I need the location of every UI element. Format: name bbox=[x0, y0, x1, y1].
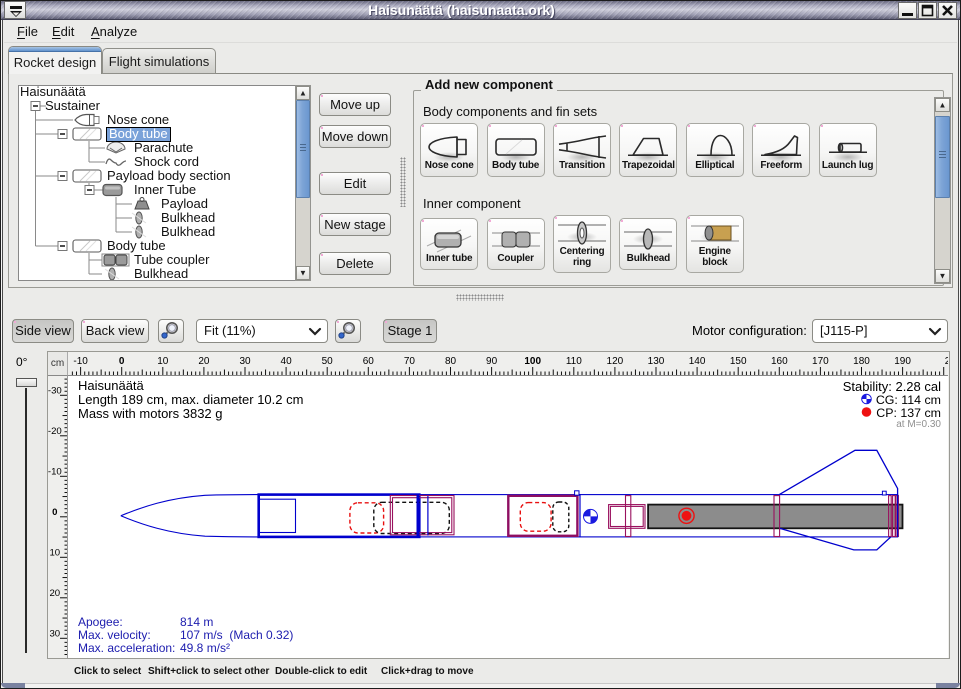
svg-text:20: 20 bbox=[198, 356, 210, 367]
svg-text:170: 170 bbox=[812, 356, 829, 367]
svg-text:130: 130 bbox=[648, 356, 665, 367]
svg-text:30: 30 bbox=[49, 628, 60, 639]
svg-text:70: 70 bbox=[404, 356, 416, 367]
svg-text:120: 120 bbox=[607, 356, 624, 367]
svg-text:20: 20 bbox=[49, 588, 60, 599]
svg-text:10: 10 bbox=[49, 547, 60, 558]
svg-text:30: 30 bbox=[239, 356, 251, 367]
svg-text:-10: -10 bbox=[48, 466, 62, 477]
svg-text:-20: -20 bbox=[48, 426, 62, 437]
svg-text:200: 200 bbox=[945, 356, 948, 367]
svg-text:110: 110 bbox=[566, 356, 582, 367]
svg-text:60: 60 bbox=[363, 356, 375, 367]
svg-text:190: 190 bbox=[894, 356, 911, 367]
svg-text:-10: -10 bbox=[73, 356, 88, 367]
svg-text:0: 0 bbox=[119, 356, 125, 367]
svg-text:0: 0 bbox=[52, 507, 57, 518]
svg-text:90: 90 bbox=[486, 356, 498, 367]
svg-text:80: 80 bbox=[445, 356, 457, 367]
svg-text:-30: -30 bbox=[48, 385, 62, 396]
svg-text:10: 10 bbox=[157, 356, 169, 367]
svg-text:100: 100 bbox=[524, 356, 541, 367]
svg-text:40: 40 bbox=[281, 356, 293, 367]
svg-text:50: 50 bbox=[322, 356, 334, 367]
svg-text:180: 180 bbox=[853, 356, 870, 367]
svg-text:140: 140 bbox=[689, 356, 706, 367]
svg-text:150: 150 bbox=[730, 356, 747, 367]
svg-text:160: 160 bbox=[771, 356, 788, 367]
